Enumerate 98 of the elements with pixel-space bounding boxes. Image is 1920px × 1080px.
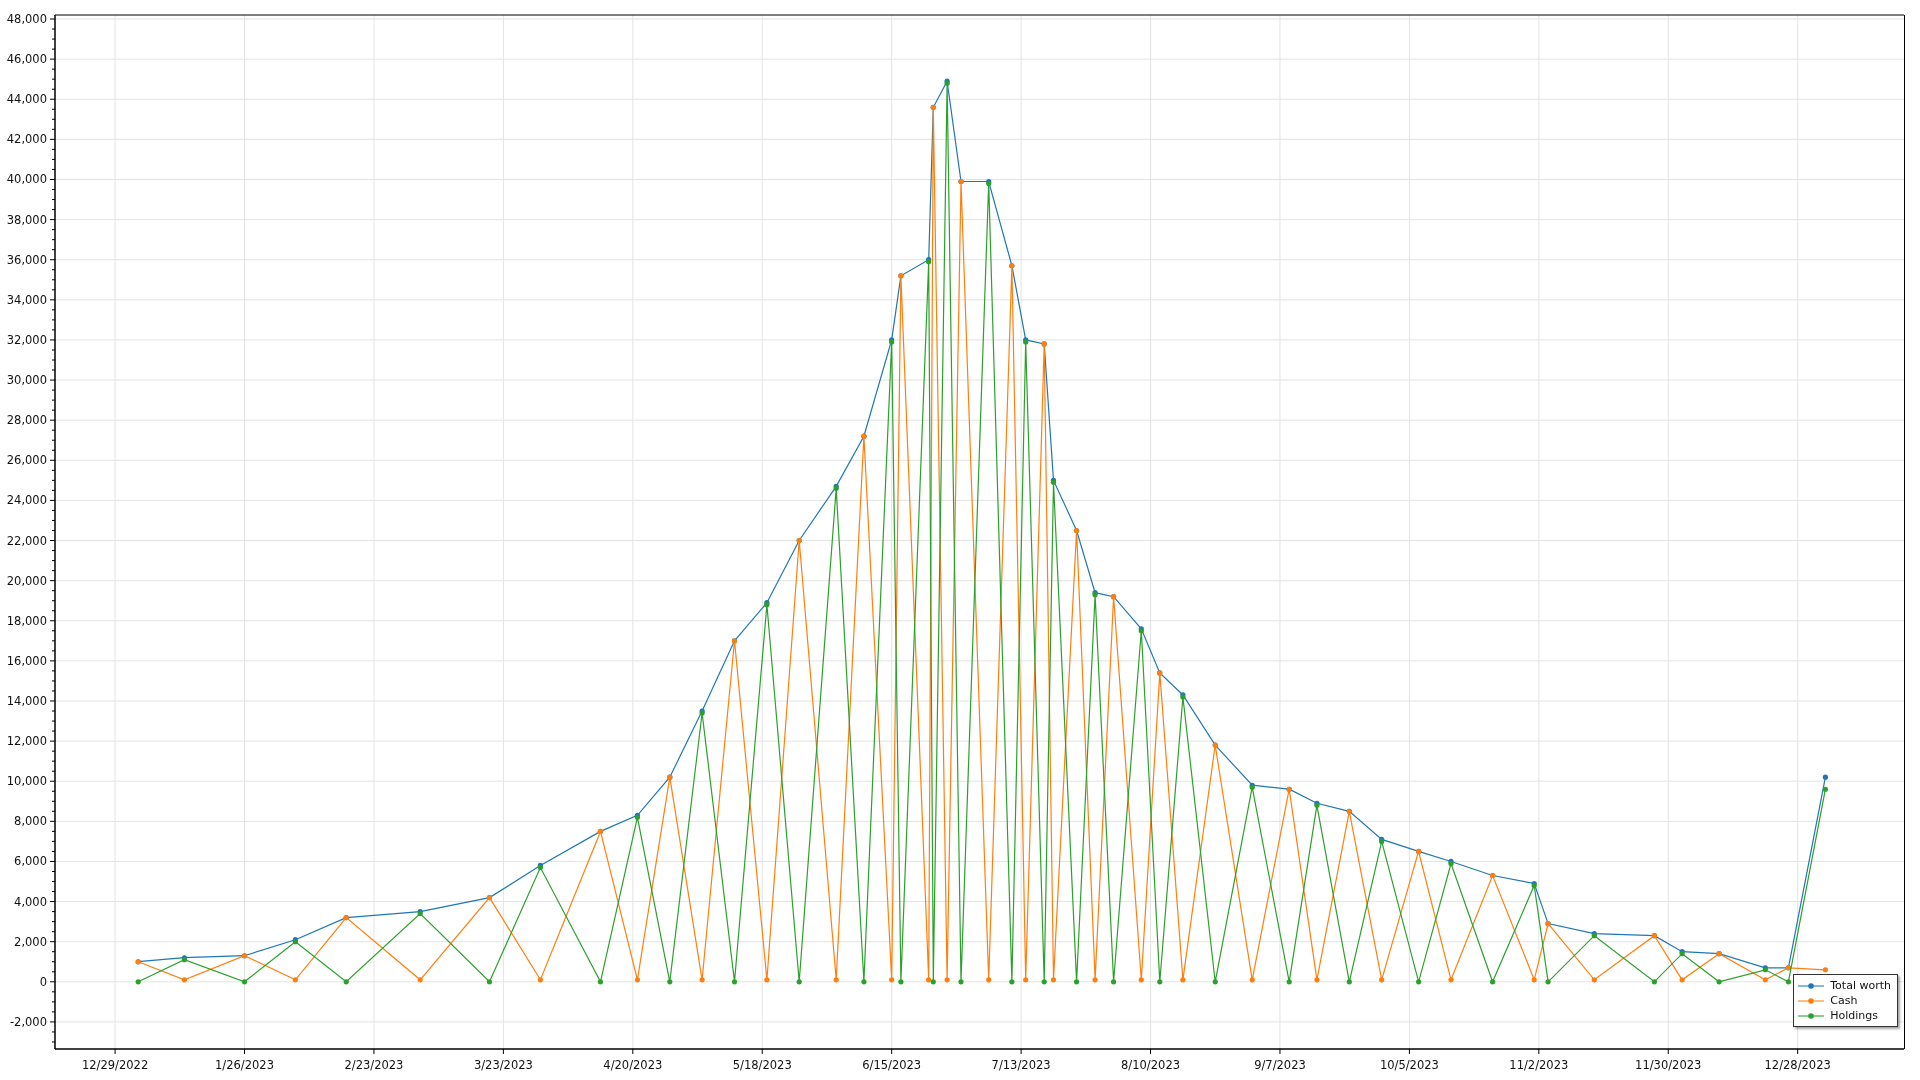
data-point bbox=[1110, 979, 1117, 985]
data-point bbox=[417, 977, 423, 983]
y-tick-label: 42,000 bbox=[6, 132, 47, 147]
data-point bbox=[1531, 977, 1537, 983]
y-tick-label: 18,000 bbox=[6, 613, 47, 628]
data-point bbox=[699, 977, 705, 983]
x-tick-label: 11/30/2023 bbox=[1635, 1058, 1702, 1072]
legend-line-icon bbox=[1798, 1011, 1825, 1020]
data-point bbox=[1490, 979, 1496, 985]
y-tick-label: 36,000 bbox=[6, 252, 47, 267]
data-point bbox=[958, 979, 964, 985]
data-point bbox=[597, 979, 604, 985]
x-tick-label: 12/28/2023 bbox=[1764, 1058, 1831, 1072]
y-tick-label: 4,000 bbox=[14, 894, 47, 909]
data-point bbox=[1591, 977, 1597, 983]
data-point bbox=[1041, 979, 1047, 985]
data-point bbox=[1073, 979, 1080, 985]
y-tick-label: 38,000 bbox=[6, 212, 47, 227]
y-tick-label: 16,000 bbox=[6, 653, 47, 668]
legend-line-icon bbox=[1798, 996, 1825, 1005]
y-tick-label: 40,000 bbox=[6, 172, 47, 187]
data-point bbox=[731, 979, 738, 985]
data-point bbox=[1050, 977, 1057, 983]
legend-label: Total worth bbox=[1830, 979, 1891, 992]
data-point bbox=[667, 979, 673, 985]
x-tick-label: 5/18/2023 bbox=[732, 1058, 792, 1072]
y-tick-label: 48,000 bbox=[6, 12, 47, 26]
data-point bbox=[1138, 977, 1144, 983]
y-tick-label: -2,000 bbox=[9, 1014, 47, 1029]
y-tick-label: 22,000 bbox=[6, 533, 47, 548]
y-tick-label: 6,000 bbox=[14, 854, 47, 869]
data-point bbox=[1545, 979, 1551, 985]
data-point bbox=[1157, 979, 1163, 985]
data-point bbox=[1416, 979, 1422, 985]
x-tick-label: 10/5/2023 bbox=[1379, 1058, 1439, 1072]
data-point bbox=[1212, 979, 1218, 985]
legend-label: Cash bbox=[1830, 994, 1858, 1007]
y-tick-label: 10,000 bbox=[6, 774, 47, 789]
data-point bbox=[1092, 977, 1098, 983]
data-point bbox=[1448, 977, 1454, 983]
data-point bbox=[241, 979, 248, 985]
data-point bbox=[898, 979, 904, 985]
x-tick-label: 2/23/2023 bbox=[344, 1058, 404, 1072]
data-point bbox=[486, 979, 493, 985]
data-point bbox=[1822, 786, 1828, 792]
y-tick-label: 24,000 bbox=[6, 493, 47, 508]
data-point bbox=[796, 979, 802, 985]
y-tick-label: 44,000 bbox=[6, 92, 47, 107]
data-point bbox=[986, 977, 992, 983]
y-tick-label: 14,000 bbox=[6, 694, 47, 708]
y-tick-label: 26,000 bbox=[6, 453, 47, 468]
data-point bbox=[1762, 977, 1768, 983]
x-tick-label: 12/29/2022 bbox=[81, 1058, 149, 1072]
y-tick-label: 0 bbox=[39, 974, 47, 989]
data-point bbox=[1286, 979, 1292, 985]
data-point bbox=[1679, 977, 1685, 983]
x-tick-label: 1/26/2023 bbox=[215, 1058, 274, 1072]
data-point bbox=[1379, 977, 1385, 983]
data-point bbox=[181, 977, 188, 983]
data-point bbox=[1180, 977, 1186, 983]
data-point bbox=[135, 979, 141, 985]
x-tick-label: 9/7/2023 bbox=[1254, 1058, 1306, 1072]
data-point bbox=[1314, 977, 1320, 983]
y-tick-label: 8,000 bbox=[14, 814, 47, 829]
y-tick-label: 12,000 bbox=[6, 734, 47, 749]
legend-label: Holdings bbox=[1830, 1009, 1879, 1022]
data-point bbox=[1785, 979, 1792, 985]
x-tick-label: 11/2/2023 bbox=[1509, 1058, 1569, 1072]
data-point bbox=[1651, 979, 1657, 985]
x-tick-label: 6/15/2023 bbox=[862, 1058, 922, 1072]
x-tick-label: 3/23/2023 bbox=[473, 1058, 533, 1072]
data-point bbox=[1716, 979, 1722, 985]
data-point bbox=[537, 977, 543, 983]
y-tick-label: 28,000 bbox=[6, 413, 47, 428]
data-point bbox=[1249, 977, 1255, 983]
y-tick-label: 2,000 bbox=[14, 934, 47, 949]
x-tick-label: 8/10/2023 bbox=[1121, 1058, 1180, 1072]
data-point bbox=[1822, 774, 1828, 780]
data-point bbox=[944, 977, 950, 983]
data-point bbox=[1822, 967, 1828, 973]
y-tick-label: 20,000 bbox=[6, 573, 47, 588]
legend-line-icon bbox=[1798, 981, 1825, 990]
x-tick-label: 4/20/2023 bbox=[603, 1058, 663, 1072]
data-point bbox=[343, 979, 349, 985]
y-tick-label: 46,000 bbox=[6, 52, 47, 67]
data-point bbox=[292, 977, 298, 983]
y-tick-label: 34,000 bbox=[6, 292, 47, 307]
x-tick-label: 7/13/2023 bbox=[991, 1058, 1051, 1072]
y-tick-label: 32,000 bbox=[6, 332, 47, 347]
data-point bbox=[861, 979, 867, 985]
data-point bbox=[764, 977, 770, 983]
data-point bbox=[1346, 979, 1352, 985]
data-point bbox=[889, 977, 895, 983]
y-tick-label: 30,000 bbox=[6, 373, 47, 388]
data-point bbox=[1023, 977, 1029, 983]
data-point bbox=[833, 977, 839, 983]
data-point bbox=[634, 977, 641, 983]
data-point bbox=[1009, 979, 1015, 985]
